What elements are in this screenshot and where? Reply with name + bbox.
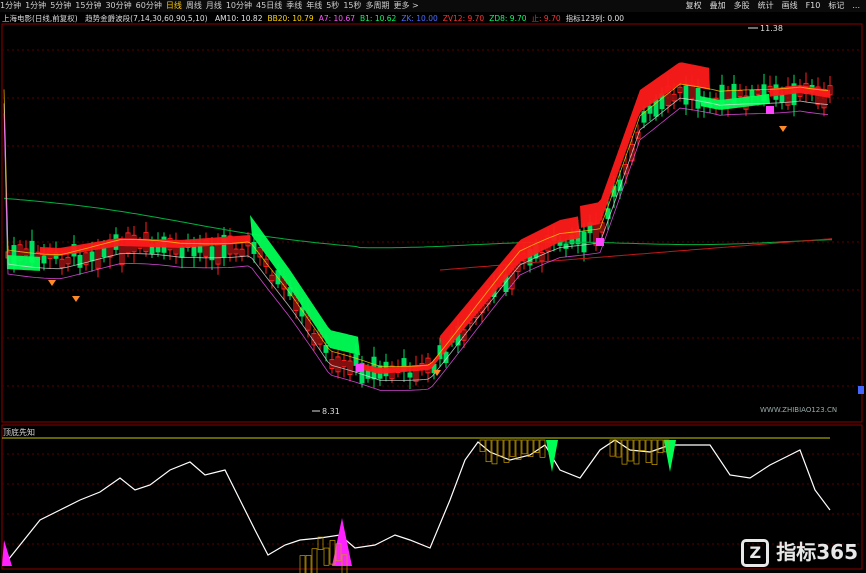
top-signal <box>664 440 676 472</box>
top-zone-bar <box>639 439 646 451</box>
top-zone-bar <box>515 439 522 460</box>
top-zone-bar <box>539 439 546 458</box>
top-zone-bar <box>657 439 664 454</box>
logo-text: 指标365 <box>776 539 858 564</box>
candle-body <box>641 111 647 123</box>
candle-body <box>563 243 569 249</box>
sub-panel-frame <box>1 424 863 570</box>
candle-body <box>179 246 185 258</box>
watermark: WWW.ZHIBIAO123.CN <box>760 406 838 414</box>
scroll-handle <box>858 386 864 394</box>
ma-line <box>3 83 829 367</box>
magenta-marker <box>356 364 364 372</box>
bottom-zone-bar <box>305 555 312 573</box>
candle-body <box>695 87 701 109</box>
candle-body <box>779 94 785 103</box>
candle-body <box>683 85 689 105</box>
top-zone-bar <box>651 439 658 465</box>
magenta-marker <box>596 238 604 246</box>
sub-panel-title: 顶底先知 <box>3 428 35 437</box>
top-signal <box>546 440 558 472</box>
top-zone-bar <box>521 439 528 455</box>
logo-icon: Z <box>741 539 770 567</box>
candle-body <box>353 354 359 366</box>
signal-marker <box>48 280 56 286</box>
candlestick-chart[interactable]: 11.38 8.31 <box>0 0 866 573</box>
signal-marker <box>72 296 80 302</box>
candle-body <box>407 372 413 378</box>
candle-body <box>617 179 623 191</box>
top-zone-bar <box>633 439 640 465</box>
magenta-marker <box>766 106 774 114</box>
high-label: 11.38 <box>760 24 783 33</box>
candle-body <box>89 251 95 262</box>
bottom-zone-bar <box>299 555 306 573</box>
top-zone-bar <box>621 439 628 465</box>
bottom-zone-bar <box>323 547 330 566</box>
candle-body <box>749 89 755 97</box>
brand-logo: Z 指标365 <box>741 536 858 567</box>
oscillator-line <box>3 439 831 566</box>
candle-body <box>77 254 83 268</box>
signal-marker <box>779 126 787 132</box>
bottom-zone-bar <box>317 536 324 550</box>
candle-body <box>41 255 47 264</box>
top-zone-bar <box>491 439 498 465</box>
candle-body <box>197 245 203 253</box>
candle-body <box>251 241 257 254</box>
low-label: 8.31 <box>322 407 340 416</box>
